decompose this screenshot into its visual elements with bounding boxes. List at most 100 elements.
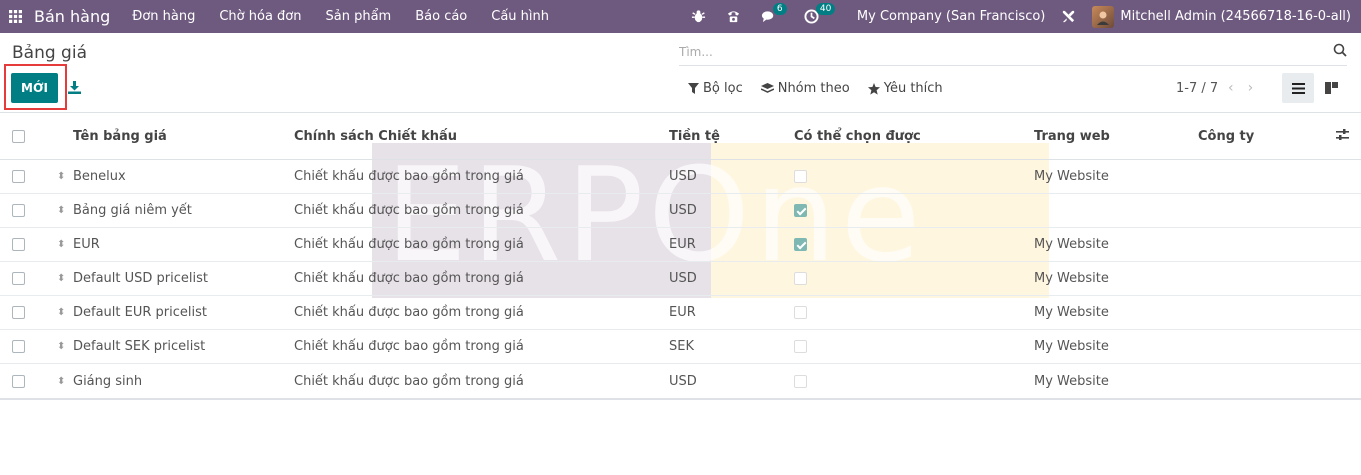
menu-configuration[interactable]: Cấu hình bbox=[491, 9, 549, 24]
cell-policy: Chiết khấu được bao gồm trong giá bbox=[294, 169, 524, 184]
select-all-checkbox[interactable] bbox=[12, 129, 25, 143]
column-settings-icon[interactable] bbox=[1336, 129, 1349, 145]
table-row[interactable]: ⬍ Default USD pricelist Chiết khấu được … bbox=[0, 262, 1361, 296]
filter-label: Bộ lọc bbox=[703, 81, 743, 96]
menu-to-invoice[interactable]: Chờ hóa đơn bbox=[219, 9, 301, 24]
cell-website: My Website bbox=[1034, 339, 1109, 354]
selectable-checkbox bbox=[794, 238, 807, 251]
chat-icon[interactable]: 6 bbox=[761, 3, 787, 24]
bug-icon[interactable] bbox=[691, 9, 706, 24]
row-checkbox[interactable] bbox=[12, 272, 25, 285]
header-selectable[interactable]: Có thể chọn được bbox=[794, 129, 921, 144]
selectable-checkbox bbox=[794, 340, 807, 353]
drag-handle-icon[interactable]: ⬍ bbox=[57, 376, 65, 387]
user-avatar[interactable] bbox=[1092, 5, 1115, 28]
cell-name: Giáng sinh bbox=[73, 373, 143, 389]
row-checkbox[interactable] bbox=[12, 340, 25, 353]
drag-handle-icon[interactable]: ⬍ bbox=[57, 205, 65, 216]
table-row[interactable]: ⬍ Giáng sinh Chiết khấu được bao gồm tro… bbox=[0, 364, 1361, 398]
cell-website: My Website bbox=[1034, 169, 1109, 184]
cell-currency: EUR bbox=[669, 305, 696, 320]
drag-handle-icon[interactable]: ⬍ bbox=[57, 171, 65, 182]
cell-name: Default EUR pricelist bbox=[73, 305, 207, 320]
pricelist-table: Tên bảng giá Chính sách Chiết khấu Tiền … bbox=[0, 112, 1361, 400]
cell-policy: Chiết khấu được bao gồm trong giá bbox=[294, 237, 524, 252]
cell-website: My Website bbox=[1034, 305, 1109, 320]
drag-handle-icon[interactable]: ⬍ bbox=[57, 307, 65, 318]
search-panel-toggles: Bộ lọc Nhóm theo Yêu thích bbox=[688, 81, 943, 96]
activity-clock-icon[interactable]: 40 bbox=[804, 3, 836, 24]
drag-handle-icon[interactable]: ⬍ bbox=[57, 341, 65, 352]
apps-grid-icon[interactable] bbox=[0, 0, 30, 33]
app-brand[interactable]: Bán hàng bbox=[34, 7, 110, 26]
search-bar bbox=[679, 38, 1347, 66]
user-menu[interactable]: Mitchell Admin (24566718-16-0-all) bbox=[1120, 9, 1351, 24]
row-checkbox[interactable] bbox=[12, 204, 25, 217]
menu-reporting[interactable]: Báo cáo bbox=[415, 9, 467, 24]
favorites-label: Yêu thích bbox=[883, 81, 943, 96]
pager-value[interactable]: 1-7 / 7 bbox=[1176, 81, 1218, 96]
row-checkbox[interactable] bbox=[12, 374, 25, 388]
cell-currency: USD bbox=[669, 373, 697, 389]
drag-handle-icon[interactable]: ⬍ bbox=[57, 273, 65, 284]
download-icon[interactable] bbox=[68, 81, 81, 98]
top-navbar: Bán hàng Đơn hàng Chờ hóa đơn Sản phẩm B… bbox=[0, 0, 1361, 33]
menu-products[interactable]: Sản phẩm bbox=[326, 9, 392, 24]
cell-name: Default SEK pricelist bbox=[73, 339, 206, 354]
chevron-left-icon[interactable]: ‹ bbox=[1228, 80, 1234, 96]
pager-nav: ‹ › bbox=[1228, 80, 1253, 96]
cell-policy: Chiết khấu được bao gồm trong giá bbox=[294, 373, 524, 389]
cell-website: My Website bbox=[1034, 373, 1109, 389]
table-row[interactable]: ⬍ Bảng giá niêm yết Chiết khấu được bao … bbox=[0, 194, 1361, 228]
layers-icon bbox=[760, 82, 774, 93]
group-by-label: Nhóm theo bbox=[777, 81, 850, 96]
row-checkbox[interactable] bbox=[12, 238, 25, 251]
chevron-right-icon[interactable]: › bbox=[1248, 80, 1254, 96]
header-currency[interactable]: Tiền tệ bbox=[669, 129, 720, 144]
search-input[interactable] bbox=[679, 44, 1309, 59]
header-name[interactable]: Tên bảng giá bbox=[73, 129, 167, 144]
selectable-checkbox bbox=[794, 374, 807, 388]
row-checkbox[interactable] bbox=[12, 306, 25, 319]
cell-currency: USD bbox=[669, 203, 697, 218]
cell-name: Benelux bbox=[73, 169, 126, 184]
kanban-icon bbox=[1324, 82, 1338, 94]
filter-toggle[interactable]: Bộ lọc bbox=[688, 81, 743, 96]
list-icon bbox=[1291, 82, 1305, 94]
favorites-toggle[interactable]: Yêu thích bbox=[867, 81, 943, 96]
header-policy[interactable]: Chính sách Chiết khấu bbox=[294, 129, 457, 144]
row-checkbox[interactable] bbox=[12, 170, 25, 183]
new-button[interactable]: MỚI bbox=[11, 73, 58, 103]
selectable-checkbox bbox=[794, 170, 807, 183]
header-website[interactable]: Trang web bbox=[1034, 129, 1110, 144]
cell-currency: USD bbox=[669, 271, 697, 286]
cell-currency: EUR bbox=[669, 237, 696, 252]
table-row[interactable]: ⬍ Default SEK pricelist Chiết khấu được … bbox=[0, 330, 1361, 364]
table-row[interactable]: ⬍ Benelux Chiết khấu được bao gồm trong … bbox=[0, 160, 1361, 194]
search-icon[interactable] bbox=[1333, 43, 1347, 61]
drag-handle-icon[interactable]: ⬍ bbox=[57, 239, 65, 250]
table-row[interactable]: ⬍ Default EUR pricelist Chiết khấu được … bbox=[0, 296, 1361, 330]
menu-orders[interactable]: Đơn hàng bbox=[132, 9, 195, 24]
group-by-toggle[interactable]: Nhóm theo bbox=[760, 81, 850, 96]
page-title: Bảng giá bbox=[12, 43, 87, 63]
cell-name: EUR bbox=[73, 237, 100, 252]
table-row[interactable]: ⬍ EUR Chiết khấu được bao gồm trong giá … bbox=[0, 228, 1361, 262]
tools-icon[interactable] bbox=[1061, 9, 1076, 24]
company-switcher[interactable]: My Company (San Francisco) bbox=[857, 9, 1045, 24]
cell-website: My Website bbox=[1034, 271, 1109, 286]
cell-currency: USD bbox=[669, 169, 697, 184]
table-header: Tên bảng giá Chính sách Chiết khấu Tiền … bbox=[0, 113, 1361, 160]
header-company[interactable]: Công ty bbox=[1198, 129, 1254, 144]
cell-policy: Chiết khấu được bao gồm trong giá bbox=[294, 203, 524, 218]
cell-policy: Chiết khấu được bao gồm trong giá bbox=[294, 339, 524, 354]
cell-website: My Website bbox=[1034, 237, 1109, 252]
kanban-view-button[interactable] bbox=[1316, 73, 1346, 103]
cell-name: Default USD pricelist bbox=[73, 271, 208, 286]
chat-count-badge: 6 bbox=[772, 3, 787, 15]
cell-policy: Chiết khấu được bao gồm trong giá bbox=[294, 305, 524, 320]
cell-currency: SEK bbox=[669, 339, 694, 354]
activity-count-badge: 40 bbox=[815, 3, 836, 15]
list-view-button[interactable] bbox=[1282, 73, 1314, 103]
phone-icon[interactable] bbox=[726, 9, 741, 24]
